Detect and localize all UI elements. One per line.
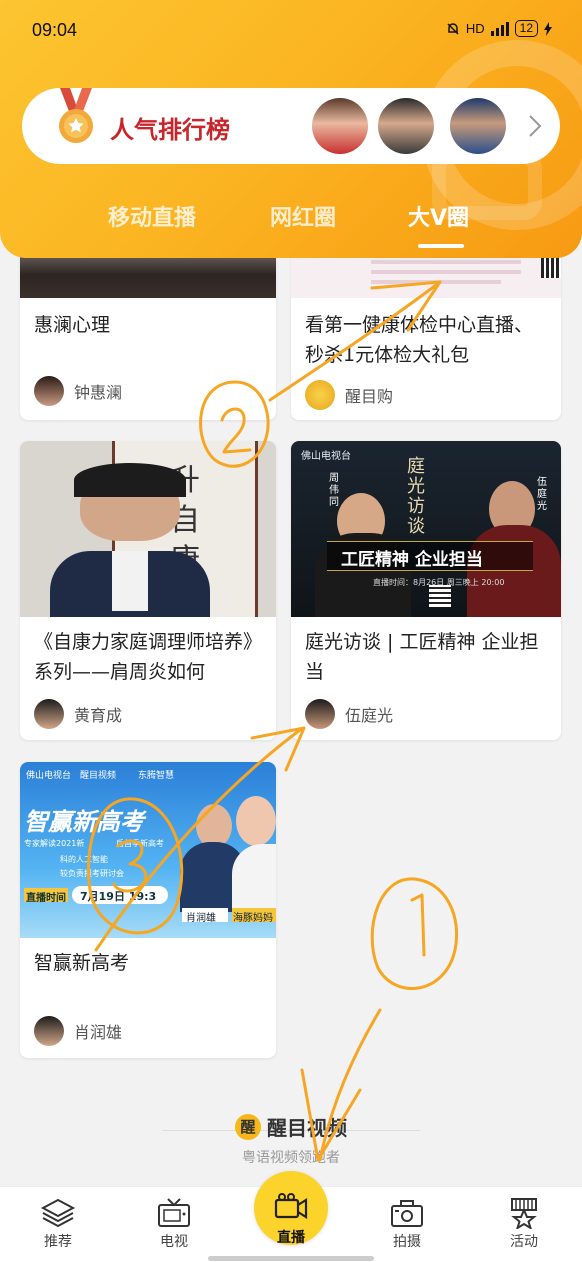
live-card[interactable]: 佛山电视台 庭光访谈 周伟同 伍庭光 工匠精神 企业担当 直播时间：8月26日 … [291,441,561,740]
battery-indicator: 12 [514,20,538,37]
live-card-title: 《自康力家庭调理师培养》系列——肩周炎如何 [34,631,263,683]
home-indicator [208,1256,374,1261]
nav-item-activity[interactable]: 活动 [466,1187,582,1262]
poster-headline: 智赢新高考 [24,808,144,836]
live-card-author[interactable]: 伍庭光 [305,699,393,729]
nav-label: 直播 [277,1230,305,1246]
poster-banner: 工匠精神 企业担当 [341,550,483,570]
live-card-title: 看第一健康体检中心直播、秒杀1元体检大礼包 [305,314,534,366]
live-card-author[interactable]: 黄育成 [34,699,122,729]
poster-date: 7月19日 19:3 [80,890,157,903]
poster-sub-1: 专家解读2021新 [24,839,85,848]
poster-sub-2: 科的人工智能 [60,855,108,864]
nav-label: 电视 [160,1234,188,1250]
header: 09:04 HD 12 人气排行榜 移动直播 网红圈 大V圈 [0,0,582,258]
video-camera-icon [274,1193,308,1219]
tab-active-indicator [418,244,464,248]
nav-item-live[interactable]: 直播 [233,1171,349,1262]
status-bar: 09:04 HD 12 [32,20,552,44]
poster-date-label: 直播时间 [26,893,66,904]
brand-footer: 醒 醒目视频 粤语视频领跑者 [0,1112,582,1167]
brand-slogan: 粤语视频领跑者 [242,1150,340,1166]
poster-right-name: 伍庭光 [537,477,547,512]
ranking-avatar-1[interactable] [312,98,368,154]
status-icons: HD 12 [446,20,552,37]
tv-icon [158,1198,190,1227]
tab-mobile-live[interactable]: 移动直播 [108,200,196,232]
ranking-avatar-3[interactable] [450,98,506,154]
live-card[interactable]: 升自康 《自康力家庭调理师培养》系列——肩周炎如何 黄育成 [20,441,276,740]
poster-brand-b: 醒目视频 [80,771,117,781]
tab-influencer[interactable]: 网红圈 [270,200,336,232]
brand-name: 醒目视频 [267,1116,347,1140]
live-card-thumbnail: 佛山电视台 庭光访谈 周伟同 伍庭光 工匠精神 企业担当 直播时间：8月26日 … [291,441,561,617]
author-avatar [305,699,335,729]
live-card-title: 庭光访谈 | 工匠精神 企业担当 [305,631,539,683]
charging-bolt-icon [544,21,552,36]
popularity-ranking-banner[interactable]: 人气排行榜 [22,88,560,164]
author-avatar [34,699,64,729]
live-card-thumbnail: 佛山电视台 醒目视频 东腾智慧 智赢新高考 专家解读2021新 后首季新高考 科… [20,762,276,938]
ranking-title: 人气排行榜 [110,115,230,144]
layers-icon [40,1198,76,1228]
tab-big-v[interactable]: 大V圈 [408,200,469,232]
poster-brand-a: 佛山电视台 [26,771,72,781]
poster-host-a: 肖润雄 [186,913,216,924]
ranking-avatar-2[interactable] [378,98,434,154]
poster-sub-3: 较负责报考研讨会 [60,869,124,878]
bottom-navigation: 推荐 电视 直播 拍摄 活动 [0,1171,582,1262]
nav-label: 活动 [510,1234,538,1250]
author-avatar [305,380,335,410]
nav-item-recommend[interactable]: 推荐 [0,1187,116,1262]
live-card-author[interactable]: 醒目购 [305,380,393,410]
star-flag-icon [511,1198,537,1229]
live-card-author[interactable]: 肖润雄 [34,1016,122,1046]
network-label: HD [465,21,485,36]
brand-logo-icon: 醒 [235,1113,261,1140]
mute-bell-icon [447,22,459,35]
poster-sub-1b: 后首季新高考 [116,839,164,848]
poster-host-b: 海豚妈妈 [233,913,273,924]
author-name: 醒目购 [345,387,394,406]
annotation-circle-1 [370,877,458,991]
author-name: 黄育成 [74,706,123,725]
author-name: 伍庭光 [345,706,394,725]
nav-label: 推荐 [44,1234,72,1250]
author-name: 钟惠澜 [74,383,123,402]
qr-code-icon [541,256,561,278]
live-card-thumbnail: 升自康 [20,441,276,617]
status-time: 09:04 [32,20,78,40]
signal-icon [490,21,509,36]
author-avatar [34,376,64,406]
qr-code-icon [429,585,451,607]
annotation-numeral-1 [410,893,426,957]
poster-brand: 佛山电视台 [301,451,351,462]
live-card-title: 智赢新高考 [34,952,130,974]
poster-brand-c: 东腾智慧 [138,771,175,781]
live-card-author[interactable]: 钟惠澜 [34,376,122,406]
live-card-title: 惠澜心理 [34,314,111,336]
medal-icon [59,88,93,143]
author-name: 肖润雄 [74,1023,123,1042]
category-tabs: 移动直播 网红圈 大V圈 [0,200,582,250]
author-avatar [34,1016,64,1046]
live-card[interactable]: 佛山电视台 醒目视频 东腾智慧 智赢新高考 专家解读2021新 后首季新高考 科… [20,762,276,1058]
nav-item-tv[interactable]: 电视 [116,1187,232,1262]
poster-calligraphy: 庭光访谈 [407,456,425,537]
camera-icon [391,1200,423,1227]
nav-label: 拍摄 [393,1234,421,1250]
chevron-right-icon[interactable] [528,114,542,138]
nav-item-shoot[interactable]: 拍摄 [349,1187,465,1262]
